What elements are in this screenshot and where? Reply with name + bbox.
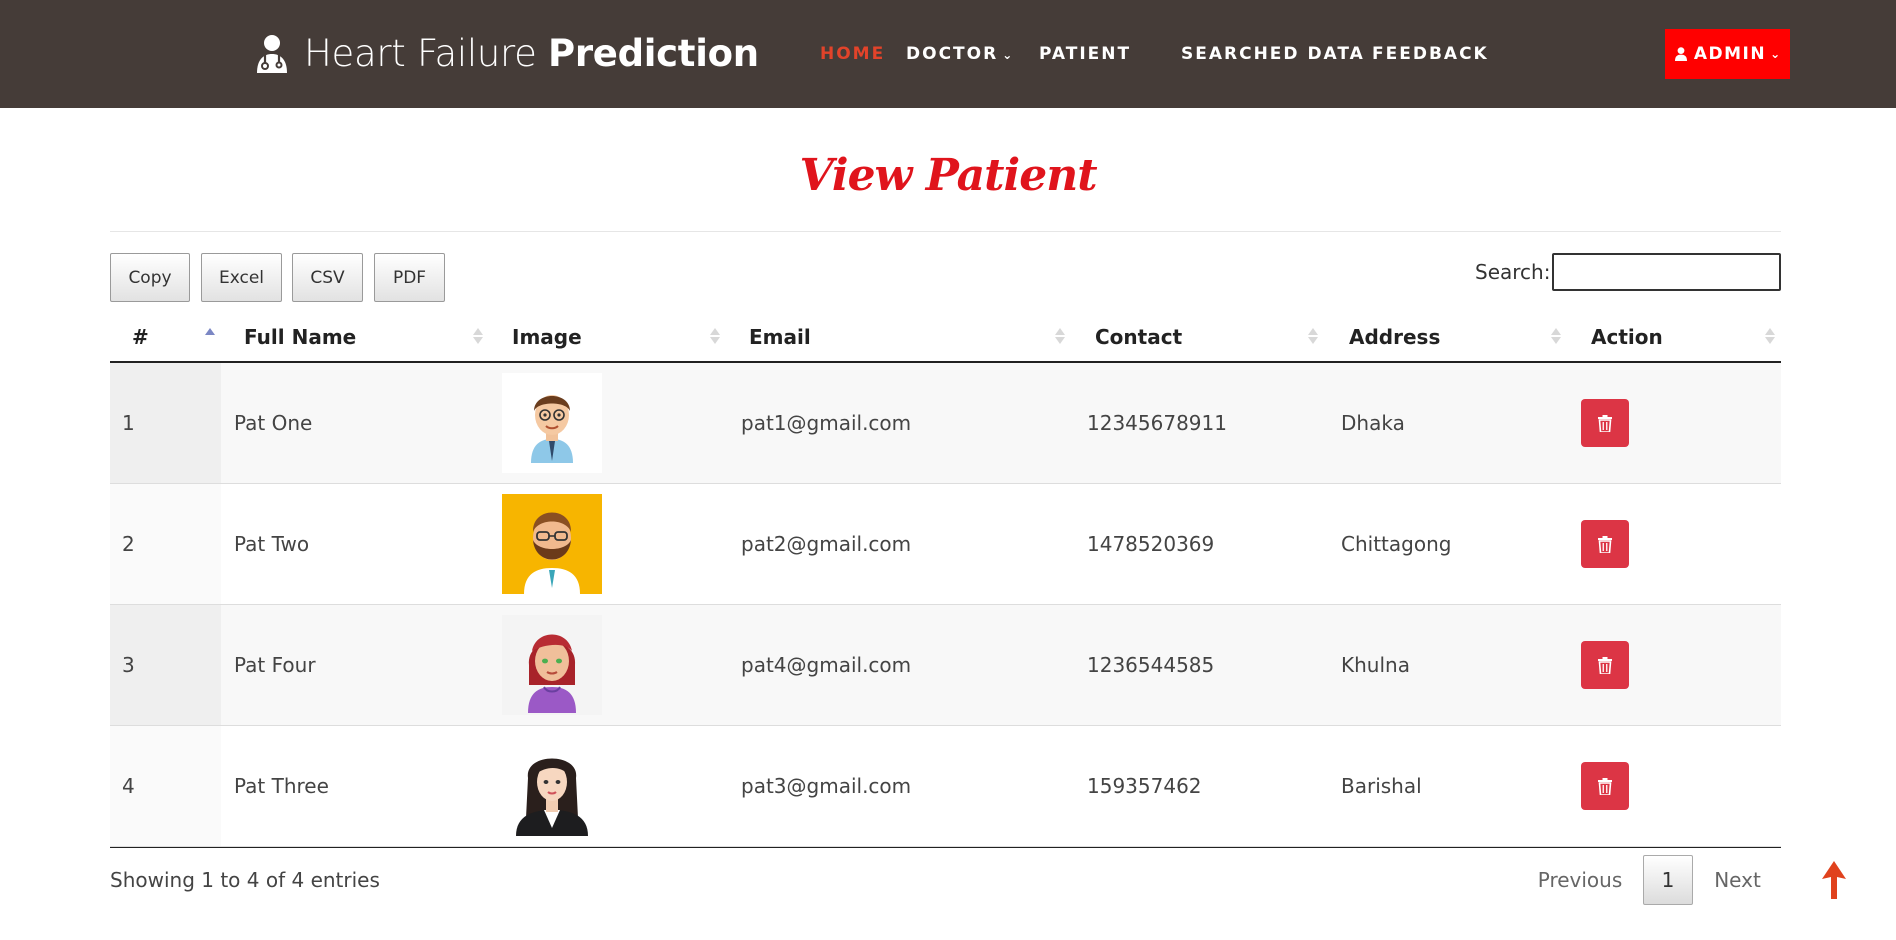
column-header-email[interactable]: Email: [749, 325, 811, 349]
row-number: 1: [122, 411, 135, 435]
nav-doctor[interactable]: DOCTOR ⌄: [906, 44, 1012, 64]
excel-button[interactable]: Excel: [201, 253, 282, 302]
search-input[interactable]: [1552, 253, 1781, 291]
patient-avatar: [502, 736, 602, 836]
admin-label: ADMIN: [1693, 44, 1767, 64]
column-header-action[interactable]: Action: [1591, 325, 1663, 349]
patient-name: Pat Two: [234, 532, 310, 556]
table-info: Showing 1 to 4 of 4 entries: [110, 868, 380, 892]
page-title: View Patient: [799, 150, 1097, 201]
patient-name: Pat Four: [234, 653, 316, 677]
patient-email: pat4@gmail.com: [741, 653, 912, 677]
row-number: 3: [122, 653, 135, 677]
patient-address: Khulna: [1341, 653, 1410, 677]
table-row: 1 Pat One pat1@gmail.com 12345678911 Dha…: [110, 363, 1781, 484]
table-row: 4 Pat Three pat3@gmail.com 159357462 Bar…: [110, 726, 1781, 847]
patient-address: Dhaka: [1341, 411, 1405, 435]
nav-home[interactable]: HOME: [820, 44, 885, 64]
pagination-previous[interactable]: Previous: [1530, 855, 1630, 905]
scroll-to-top-icon[interactable]: [1822, 861, 1846, 899]
patient-email: pat2@gmail.com: [741, 532, 912, 556]
sort-icon: [1765, 325, 1775, 347]
patient-name: Pat Three: [234, 774, 329, 798]
table-header: # Full Name Image Email Contact Address …: [110, 313, 1781, 363]
column-header-number[interactable]: #: [132, 325, 149, 349]
user-icon: [1674, 47, 1687, 61]
chevron-down-icon: ⌄: [1770, 47, 1781, 61]
brand-logo[interactable]: Heart Failure Prediction: [254, 30, 759, 76]
search-label: Search:: [1475, 260, 1551, 284]
table-row: 3 Pat Four pat4@gmail.com 1236544585 Khu…: [110, 605, 1781, 726]
column-header-address[interactable]: Address: [1349, 325, 1440, 349]
trash-icon: [1598, 535, 1612, 553]
sort-icon: [1308, 325, 1318, 347]
doctor-icon: [257, 35, 287, 73]
csv-button[interactable]: CSV: [292, 253, 363, 302]
sort-icon: [473, 325, 483, 347]
trash-icon: [1598, 656, 1612, 674]
column-header-full-name[interactable]: Full Name: [244, 325, 356, 349]
brand-title: Heart Failure Prediction: [304, 31, 759, 75]
patient-contact: 159357462: [1087, 774, 1202, 798]
nav-patient[interactable]: PATIENT: [1039, 44, 1131, 64]
delete-button[interactable]: [1581, 399, 1629, 447]
patient-avatar: [502, 494, 602, 594]
sort-asc-icon: [205, 325, 215, 347]
row-number: 2: [122, 532, 135, 556]
pdf-button[interactable]: PDF: [374, 253, 445, 302]
pagination-next[interactable]: Next: [1705, 855, 1770, 905]
column-header-image[interactable]: Image: [512, 325, 582, 349]
patient-table: # Full Name Image Email Contact Address …: [110, 313, 1781, 848]
copy-button[interactable]: Copy: [110, 253, 190, 302]
patient-contact: 1478520369: [1087, 532, 1215, 556]
top-navbar: Heart Failure Prediction HOME DOCTOR ⌄ PA…: [0, 0, 1896, 108]
sort-icon: [1551, 325, 1561, 347]
patient-contact: 1236544585: [1087, 653, 1215, 677]
delete-button[interactable]: [1581, 762, 1629, 810]
nav-doctor-label: DOCTOR: [906, 44, 999, 64]
column-header-contact[interactable]: Contact: [1095, 325, 1182, 349]
patient-name: Pat One: [234, 411, 313, 435]
sort-icon: [1055, 325, 1065, 347]
patient-avatar: [502, 615, 602, 715]
nav-feedback[interactable]: FEEDBACK: [1372, 44, 1489, 64]
patient-email: pat3@gmail.com: [741, 774, 912, 798]
sort-icon: [710, 325, 720, 347]
delete-button[interactable]: [1581, 520, 1629, 568]
patient-avatar: [502, 373, 602, 473]
divider: [110, 231, 1781, 232]
delete-button[interactable]: [1581, 641, 1629, 689]
patient-address: Barishal: [1341, 774, 1422, 798]
patient-contact: 12345678911: [1087, 411, 1227, 435]
trash-icon: [1598, 777, 1612, 795]
patient-email: pat1@gmail.com: [741, 411, 912, 435]
table-row: 2 Pat Two pat2@gmail.com 1478520369 Chit…: [110, 484, 1781, 605]
chevron-down-icon: ⌄: [1002, 48, 1013, 62]
patient-address: Chittagong: [1341, 532, 1452, 556]
admin-menu-button[interactable]: ADMIN ⌄: [1665, 29, 1790, 79]
pagination-page-1[interactable]: 1: [1643, 855, 1693, 905]
nav-searched-data[interactable]: SEARCHED DATA: [1181, 44, 1365, 64]
trash-icon: [1598, 414, 1612, 432]
row-number: 4: [122, 774, 135, 798]
